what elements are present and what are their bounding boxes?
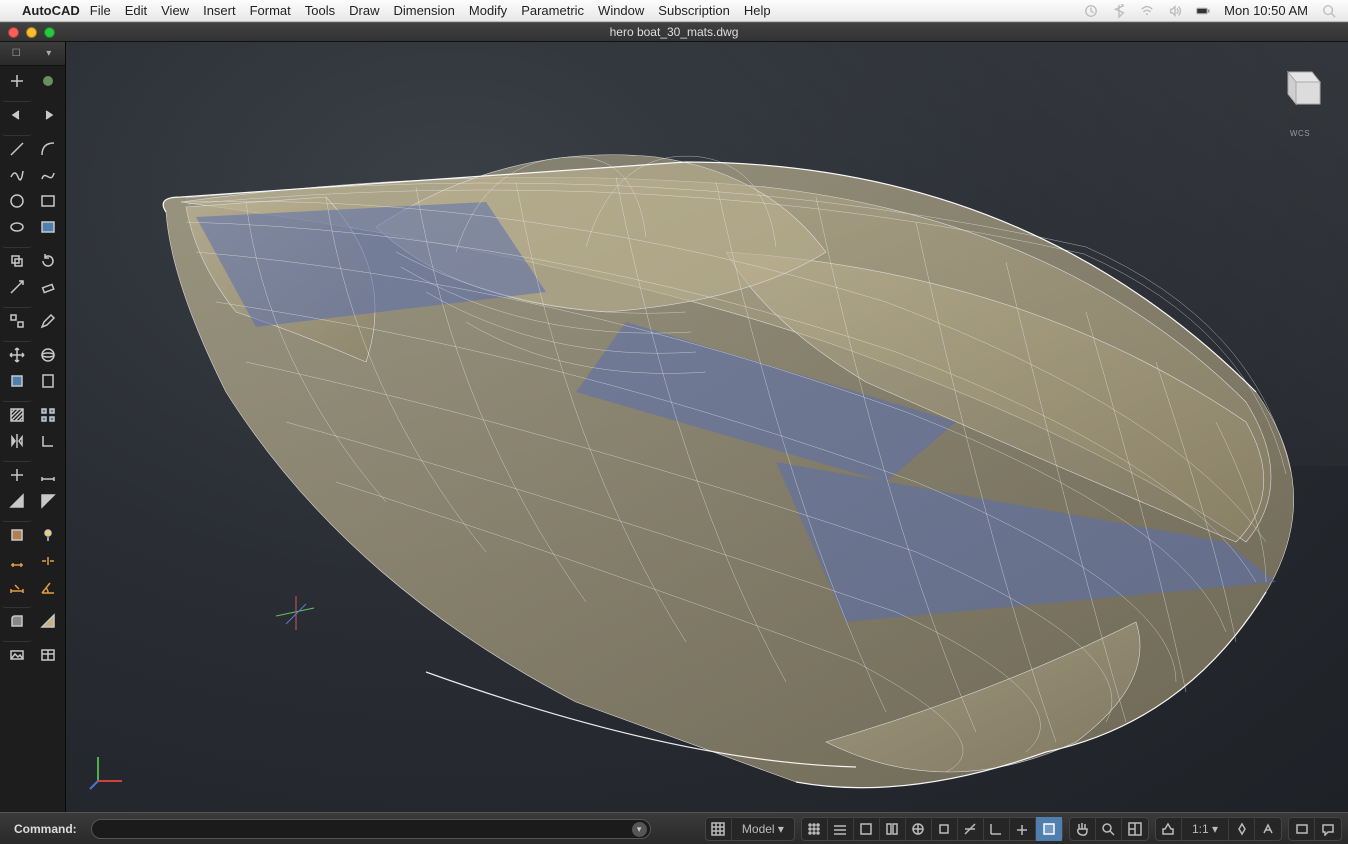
palette-panel-selector-icon[interactable]: ☐ xyxy=(6,47,26,61)
array-icon[interactable] xyxy=(33,402,63,428)
dimangle-icon[interactable] xyxy=(33,574,63,600)
palette-dropdown-icon[interactable]: ▾ xyxy=(39,47,59,61)
face-icon[interactable] xyxy=(33,488,63,514)
menu-modify[interactable]: Modify xyxy=(469,3,507,18)
model-wireframe xyxy=(126,102,1306,782)
menu-subscription[interactable]: Subscription xyxy=(658,3,730,18)
annotation-visibility-icon[interactable] xyxy=(1229,817,1255,841)
rotate-icon[interactable] xyxy=(33,248,63,274)
pencil-icon[interactable] xyxy=(33,308,63,334)
ucs-icon xyxy=(88,751,128,794)
menu-tools[interactable]: Tools xyxy=(305,3,335,18)
menu-format[interactable]: Format xyxy=(250,3,291,18)
mirror-icon[interactable] xyxy=(2,428,32,454)
timemachine-icon[interactable] xyxy=(1084,4,1098,18)
undo-icon[interactable] xyxy=(2,102,32,128)
bluetooth-icon[interactable] xyxy=(1112,4,1126,18)
dimedit-icon[interactable] xyxy=(2,574,32,600)
light-icon[interactable] xyxy=(33,522,63,548)
group-icon[interactable] xyxy=(2,308,32,334)
ducs-toggle-icon[interactable] xyxy=(984,817,1010,841)
dyn-toggle-icon[interactable] xyxy=(1010,817,1036,841)
axis-icon[interactable] xyxy=(2,462,32,488)
shade-icon[interactable] xyxy=(33,608,63,634)
spotlight-icon[interactable] xyxy=(1322,4,1336,18)
render-icon[interactable] xyxy=(2,642,32,668)
box-icon[interactable] xyxy=(2,522,32,548)
menu-edit[interactable]: Edit xyxy=(125,3,147,18)
line-icon[interactable] xyxy=(2,136,32,162)
lwt-toggle-icon[interactable] xyxy=(1036,817,1062,841)
snap-toggle-icon[interactable] xyxy=(802,817,828,841)
sheet-icon[interactable] xyxy=(33,368,63,394)
move-icon[interactable] xyxy=(2,342,32,368)
menu-window[interactable]: Window xyxy=(598,3,644,18)
menu-draw[interactable]: Draw xyxy=(349,3,379,18)
copy-icon[interactable] xyxy=(2,248,32,274)
measure-icon[interactable] xyxy=(33,462,63,488)
model-viewport[interactable]: WCS xyxy=(66,42,1348,812)
menu-parametric[interactable]: Parametric xyxy=(521,3,584,18)
table-icon[interactable] xyxy=(33,642,63,668)
otrack-toggle-icon[interactable] xyxy=(958,817,984,841)
document-title: hero boat_30_mats.dwg xyxy=(0,25,1348,39)
window-titlebar: hero boat_30_mats.dwg xyxy=(0,22,1348,42)
volume-icon[interactable] xyxy=(1168,4,1182,18)
ortho-toggle-icon[interactable] xyxy=(854,817,880,841)
zoom-icon[interactable] xyxy=(1096,817,1122,841)
scale-icon[interactable] xyxy=(2,274,32,300)
hatch-icon[interactable] xyxy=(2,402,32,428)
apply-icon[interactable] xyxy=(2,368,32,394)
open-icon[interactable] xyxy=(33,68,63,94)
annotation-icon[interactable] xyxy=(1156,817,1182,841)
spline-icon[interactable] xyxy=(33,162,63,188)
circle-icon[interactable] xyxy=(2,188,32,214)
menu-view[interactable]: View xyxy=(161,3,189,18)
mac-menubar: AutoCAD File Edit View Insert Format Too… xyxy=(0,0,1348,22)
section-icon[interactable] xyxy=(2,488,32,514)
battery-icon[interactable] xyxy=(1196,4,1210,18)
polyline-icon[interactable] xyxy=(2,162,32,188)
ortho-icon[interactable] xyxy=(33,428,63,454)
new-icon[interactable] xyxy=(2,68,32,94)
arc-icon[interactable] xyxy=(33,136,63,162)
3dosnap-toggle-icon[interactable] xyxy=(932,817,958,841)
ellipse-icon[interactable] xyxy=(2,214,32,240)
dimlinear-icon[interactable] xyxy=(2,548,32,574)
polar-toggle-icon[interactable] xyxy=(880,817,906,841)
annotation-scale-button[interactable]: 1:1 ▾ xyxy=(1182,817,1229,841)
model-space-button[interactable]: Model ▾ xyxy=(732,817,794,841)
pan-icon[interactable] xyxy=(1070,817,1096,841)
rotate3d-icon[interactable] xyxy=(33,342,63,368)
messages-icon[interactable] xyxy=(1315,817,1341,841)
menu-file[interactable]: File xyxy=(90,3,111,18)
menu-dimension[interactable]: Dimension xyxy=(393,3,454,18)
command-history-dropdown-icon[interactable]: ▾ xyxy=(632,822,647,837)
cursor-crosshair xyxy=(276,594,326,637)
clock[interactable]: Mon 10:50 AM xyxy=(1224,3,1308,18)
dimbreak-icon[interactable] xyxy=(33,548,63,574)
redo-icon[interactable] xyxy=(33,102,63,128)
app-name[interactable]: AutoCAD xyxy=(22,3,80,18)
gradient-icon[interactable] xyxy=(33,214,63,240)
osnap-toggle-icon[interactable] xyxy=(906,817,932,841)
command-label: Command: xyxy=(0,822,91,836)
wifi-icon[interactable] xyxy=(1140,4,1154,18)
viewcube-wcs-label[interactable]: WCS xyxy=(1274,129,1326,138)
viewcube[interactable]: WCS xyxy=(1274,60,1326,112)
left-tool-palette: ☐ ▾ xyxy=(0,42,66,812)
menu-insert[interactable]: Insert xyxy=(203,3,236,18)
command-input[interactable]: ▾ xyxy=(91,819,651,839)
rectangle-icon[interactable] xyxy=(33,188,63,214)
fillet-icon[interactable] xyxy=(2,608,32,634)
grid-toggle-icon[interactable] xyxy=(828,817,854,841)
dashboard-icon[interactable] xyxy=(1289,817,1315,841)
gridvis-toggle-icon[interactable] xyxy=(706,817,732,841)
viewports-icon[interactable] xyxy=(1122,817,1148,841)
menu-help[interactable]: Help xyxy=(744,3,771,18)
annotation-auto-icon[interactable] xyxy=(1255,817,1281,841)
status-bar: Command: ▾ Model ▾ 1:1 ▾ xyxy=(0,812,1348,844)
eraser-icon[interactable] xyxy=(33,274,63,300)
